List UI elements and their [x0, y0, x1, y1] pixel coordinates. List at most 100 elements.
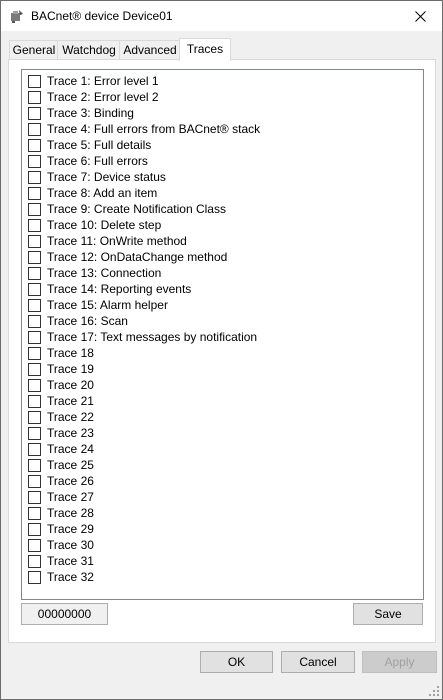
trace-item[interactable]: Trace 12: OnDataChange method: [22, 249, 421, 265]
trace-item[interactable]: Trace 5: Full details: [22, 137, 421, 153]
trace-checkbox[interactable]: [28, 107, 41, 120]
trace-item[interactable]: Trace 3: Binding: [22, 105, 421, 121]
trace-checkbox[interactable]: [28, 539, 41, 552]
trace-item[interactable]: Trace 7: Device status: [22, 169, 421, 185]
trace-label: Trace 26: [47, 474, 94, 488]
app-icon: [11, 10, 23, 23]
trace-item[interactable]: Trace 26: [22, 473, 421, 489]
trace-checkbox[interactable]: [28, 219, 41, 232]
trace-checkbox[interactable]: [28, 331, 41, 344]
trace-checkbox[interactable]: [28, 571, 41, 584]
trace-checkbox[interactable]: [28, 347, 41, 360]
trace-item[interactable]: Trace 22: [22, 409, 421, 425]
trace-label: Trace 15: Alarm helper: [47, 298, 168, 312]
trace-item[interactable]: Trace 4: Full errors from BACnet® stack: [22, 121, 421, 137]
trace-checkbox[interactable]: [28, 139, 41, 152]
trace-item[interactable]: Trace 13: Connection: [22, 265, 421, 281]
trace-checkbox[interactable]: [28, 363, 41, 376]
trace-item[interactable]: Trace 18: [22, 345, 421, 361]
trace-item[interactable]: Trace 23: [22, 425, 421, 441]
trace-label: Trace 11: OnWrite method: [47, 234, 187, 248]
trace-checkbox[interactable]: [28, 555, 41, 568]
trace-item[interactable]: Trace 8: Add an item: [22, 185, 421, 201]
trace-label: Trace 4: Full errors from BACnet® stack: [47, 122, 261, 136]
trace-item[interactable]: Trace 9: Create Notification Class: [22, 201, 421, 217]
trace-item[interactable]: Trace 21: [22, 393, 421, 409]
trace-label: Trace 6: Full errors: [47, 154, 148, 168]
trace-item[interactable]: Trace 24: [22, 441, 421, 457]
trace-checkbox[interactable]: [28, 315, 41, 328]
trace-checkbox[interactable]: [28, 203, 41, 216]
resize-grip-icon[interactable]: [428, 685, 440, 697]
trace-label: Trace 9: Create Notification Class: [47, 202, 226, 216]
trace-checkbox[interactable]: [28, 459, 41, 472]
trace-checkbox[interactable]: [28, 491, 41, 504]
tab-watchdog[interactable]: Watchdog: [57, 40, 121, 60]
trace-checkbox[interactable]: [28, 523, 41, 536]
trace-checkbox[interactable]: [28, 299, 41, 312]
trace-item[interactable]: Trace 27: [22, 489, 421, 505]
tab-traces[interactable]: Traces: [179, 38, 231, 61]
trace-label: Trace 17: Text messages by notification: [47, 330, 258, 344]
trace-label: Trace 27: [47, 490, 94, 504]
apply-button[interactable]: Apply: [362, 651, 437, 673]
trace-item[interactable]: Trace 30: [22, 537, 421, 553]
trace-item[interactable]: Trace 19: [22, 361, 421, 377]
cancel-button[interactable]: Cancel: [281, 651, 355, 673]
tab-general[interactable]: General: [9, 40, 59, 60]
trace-checkbox[interactable]: [28, 507, 41, 520]
trace-item[interactable]: Trace 31: [22, 553, 421, 569]
trace-item[interactable]: Trace 32: [22, 569, 421, 585]
trace-label: Trace 5: Full details: [47, 138, 152, 152]
tab-advanced[interactable]: Advanced: [119, 40, 181, 60]
trace-item[interactable]: Trace 25: [22, 457, 421, 473]
trace-checkbox[interactable]: [28, 379, 41, 392]
trace-checkbox[interactable]: [28, 91, 41, 104]
trace-item[interactable]: Trace 1: Error level 1: [22, 73, 421, 89]
trace-item[interactable]: Trace 6: Full errors: [22, 153, 421, 169]
trace-label: Trace 32: [47, 570, 94, 584]
trace-checkbox[interactable]: [28, 171, 41, 184]
trace-checkbox[interactable]: [28, 123, 41, 136]
ok-button[interactable]: OK: [200, 651, 273, 673]
trace-label: Trace 25: [47, 458, 94, 472]
trace-checkbox[interactable]: [28, 283, 41, 296]
trace-label: Trace 8: Add an item: [47, 186, 158, 200]
close-button[interactable]: [398, 1, 442, 31]
trace-label: Trace 1: Error level 1: [47, 74, 159, 88]
trace-checkbox[interactable]: [28, 395, 41, 408]
trace-label: Trace 10: Delete step: [47, 218, 162, 232]
trace-item[interactable]: Trace 2: Error level 2: [22, 89, 421, 105]
trace-checkbox[interactable]: [28, 427, 41, 440]
trace-item[interactable]: Trace 20: [22, 377, 421, 393]
trace-item[interactable]: Trace 11: OnWrite method: [22, 233, 421, 249]
window-title: BACnet® device Device01: [31, 9, 173, 23]
trace-item[interactable]: Trace 10: Delete step: [22, 217, 421, 233]
trace-mask-field[interactable]: 00000000: [21, 603, 108, 625]
trace-checkbox[interactable]: [28, 155, 41, 168]
trace-checkbox[interactable]: [28, 411, 41, 424]
trace-checkbox[interactable]: [28, 443, 41, 456]
trace-item[interactable]: Trace 14: Reporting events: [22, 281, 421, 297]
trace-checkbox[interactable]: [28, 235, 41, 248]
trace-label: Trace 14: Reporting events: [47, 282, 192, 296]
trace-checkbox[interactable]: [28, 75, 41, 88]
dialog-window: BACnet® device Device01 General Watchdog…: [0, 0, 443, 700]
trace-item[interactable]: Trace 15: Alarm helper: [22, 297, 421, 313]
trace-item[interactable]: Trace 29: [22, 521, 421, 537]
trace-checkbox[interactable]: [28, 475, 41, 488]
title-bar[interactable]: BACnet® device Device01: [1, 1, 442, 31]
trace-checkbox[interactable]: [28, 187, 41, 200]
save-button[interactable]: Save: [353, 603, 423, 625]
trace-label: Trace 2: Error level 2: [47, 90, 159, 104]
trace-label: Trace 22: [47, 410, 94, 424]
trace-item[interactable]: Trace 17: Text messages by notification: [22, 329, 421, 345]
trace-checkbox[interactable]: [28, 251, 41, 264]
trace-checkbox[interactable]: [28, 267, 41, 280]
trace-item[interactable]: Trace 28: [22, 505, 421, 521]
trace-label: Trace 24: [47, 442, 94, 456]
trace-label: Trace 31: [47, 554, 94, 568]
trace-checklist[interactable]: Trace 1: Error level 1 Trace 2: Error lev…: [21, 69, 424, 600]
trace-item[interactable]: Trace 16: Scan: [22, 313, 421, 329]
trace-label: Trace 3: Binding: [47, 106, 134, 120]
